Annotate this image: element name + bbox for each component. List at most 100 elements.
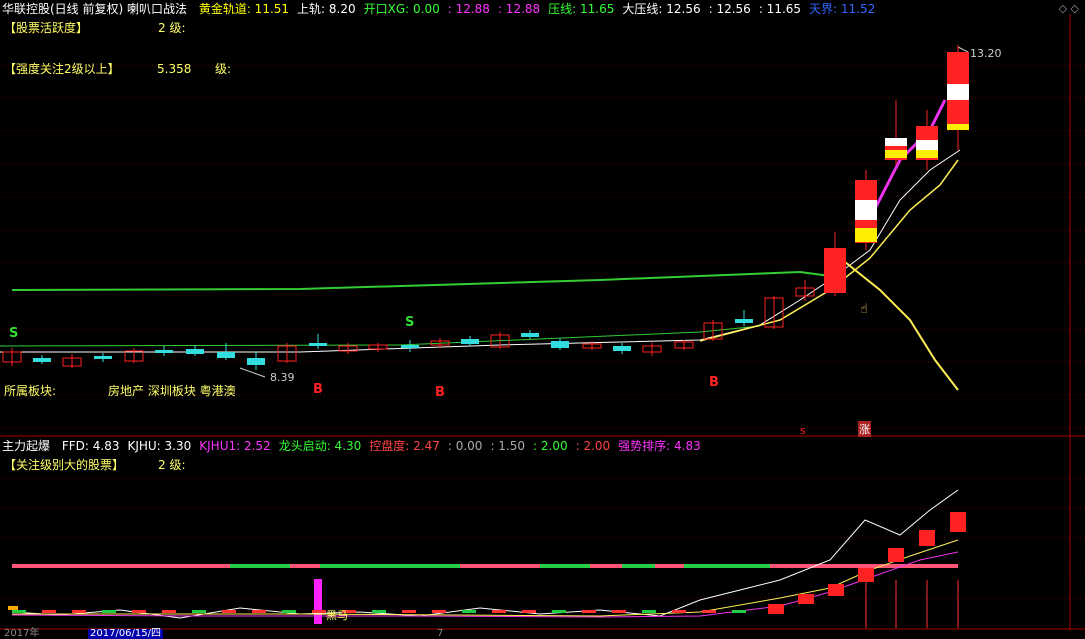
rise-signal: 涨	[858, 421, 871, 437]
lower-indicator-3: 龙头启动: 4.30	[278, 439, 362, 453]
candle-highlight	[947, 124, 969, 130]
candle-body	[155, 350, 173, 353]
lower-small-bar	[702, 610, 716, 613]
candle-body	[309, 343, 327, 346]
lower-title: 主力起爆	[2, 439, 51, 453]
lower-small-bar	[72, 610, 86, 613]
activity-value: 2 级:	[158, 21, 186, 35]
focus-big-label: 【关注级别大的股票】	[4, 458, 125, 472]
candle-body	[186, 349, 204, 354]
candle-body	[551, 341, 569, 348]
lower-small-bar	[132, 610, 146, 613]
lower-indicator-6: : 1.50	[490, 439, 526, 453]
horse-spike	[314, 579, 322, 624]
candle-highlight	[855, 228, 877, 242]
lower-small-bar	[552, 610, 566, 613]
header-indicator-6: 大压线: 12.56	[622, 2, 701, 16]
high-price-pointer	[957, 46, 969, 53]
lower-small-bar	[42, 610, 56, 613]
lower-indicators: FFD: 4.83 KJHU: 3.30 KJHU1: 2.52 龙头启动: 4.30…	[58, 439, 705, 453]
ma-green-line	[11, 267, 846, 291]
header-indicator-0: 黄金轨道: 11.51	[198, 2, 290, 16]
lower-indicator-4: 控盘度: 2.47	[369, 439, 440, 453]
lower-red-box	[828, 584, 844, 596]
candle-body	[217, 352, 235, 358]
lower-small-bar	[222, 610, 236, 613]
lower-indicator-9: 强势排序: 4.83	[618, 439, 701, 453]
sector-label: 所属板块:	[4, 384, 57, 398]
lower-small-bar	[282, 610, 296, 613]
lower-small-bar	[642, 610, 656, 613]
ma-white-line	[0, 149, 961, 353]
candle-body	[735, 319, 753, 323]
candle-body	[824, 248, 846, 293]
lower-small-bar	[12, 610, 26, 613]
lower-small-bar	[672, 610, 686, 613]
lower-red-box	[919, 530, 935, 546]
lower-red-box	[888, 548, 904, 562]
signal-band-green	[684, 564, 770, 568]
candle-body	[94, 356, 112, 359]
focus-big-value: 2 级:	[158, 458, 186, 472]
candle-highlight	[855, 200, 877, 220]
signal-band-green	[230, 564, 290, 568]
lower-red-box	[858, 568, 874, 582]
candle-body	[521, 333, 539, 337]
lower-small-bar	[192, 610, 206, 613]
buy-signal: B	[435, 385, 445, 400]
activity-label: 【股票活跃度】	[4, 21, 89, 35]
candle-body	[33, 358, 51, 362]
kline-chart[interactable]	[0, 0, 1085, 638]
header-indicator-2: 开口XG: 0.00	[363, 2, 440, 16]
lower-small-bar	[612, 610, 626, 613]
focus-value: 5.358	[157, 62, 192, 76]
lower-small-bar	[402, 610, 416, 613]
candle-highlight	[885, 150, 907, 158]
lower-small-bar	[102, 610, 116, 613]
header-indicator-5: 压线: 11.65	[548, 2, 615, 16]
lower-small-bar	[162, 610, 176, 613]
lower-small-bar	[372, 610, 386, 613]
lower-indicator-1: KJHU: 3.30	[127, 439, 192, 453]
header-indicator-9: 天界: 11.52	[809, 2, 876, 16]
lower-indicator-7: : 2.00	[533, 439, 568, 453]
lower-small-bar	[522, 610, 536, 613]
candle-highlight	[947, 84, 969, 100]
lower-indicator-2: KJHU1: 2.52	[199, 439, 271, 453]
lower-small-bar	[732, 610, 746, 613]
signal-band-green	[320, 564, 460, 568]
lower-red-box	[950, 512, 966, 532]
lower-indicator-8: : 2.00	[575, 439, 611, 453]
horse-label: 黑马	[326, 609, 348, 622]
header-indicator-8: : 11.65	[758, 2, 802, 16]
lower-small-bar	[582, 610, 596, 613]
lower-small-bar	[492, 610, 506, 613]
header-indicator-1: 上轨: 8.20	[297, 2, 356, 16]
signal-band-green	[540, 564, 590, 568]
lower-white-line	[11, 489, 959, 619]
ma-yellow-down-line	[844, 261, 959, 391]
lower-small-bar	[432, 610, 446, 613]
chart-header: 华联控股(日线 前复权) 喇叭口战法 黄金轨道: 11.51 上轨: 8.20 开口…	[2, 2, 883, 16]
header-indicators: 黄金轨道: 11.51 上轨: 8.20 开口XG: 0.00 : 12.88 : 12…	[195, 2, 879, 16]
window-control-icons[interactable]: ◇ ◇	[1059, 2, 1079, 15]
small-s-signal: s	[800, 424, 806, 437]
buy-signal: B	[709, 375, 719, 390]
candle-body	[461, 339, 479, 344]
low-price-pointer	[239, 367, 266, 378]
candle-body	[613, 346, 631, 351]
focus-label: 【强度关注2级以上】	[4, 62, 120, 76]
lower-indicator-5: : 0.00	[447, 439, 483, 453]
stock-title: 华联控股(日线 前复权) 喇叭口战法	[2, 2, 187, 16]
lower-small-bar	[252, 610, 266, 613]
sell-signal: S	[9, 326, 19, 341]
buy-signal: B	[313, 382, 323, 397]
signal-band-green	[622, 564, 655, 568]
header-indicator-7: : 12.56	[708, 2, 751, 16]
header-indicator-4: : 12.88	[497, 2, 541, 16]
lower-small-bar	[8, 606, 18, 610]
lower-magenta-line	[11, 551, 959, 618]
lower-small-bar	[462, 610, 476, 613]
low-price-label: 8.39	[270, 371, 295, 384]
candle-highlight	[916, 150, 938, 158]
